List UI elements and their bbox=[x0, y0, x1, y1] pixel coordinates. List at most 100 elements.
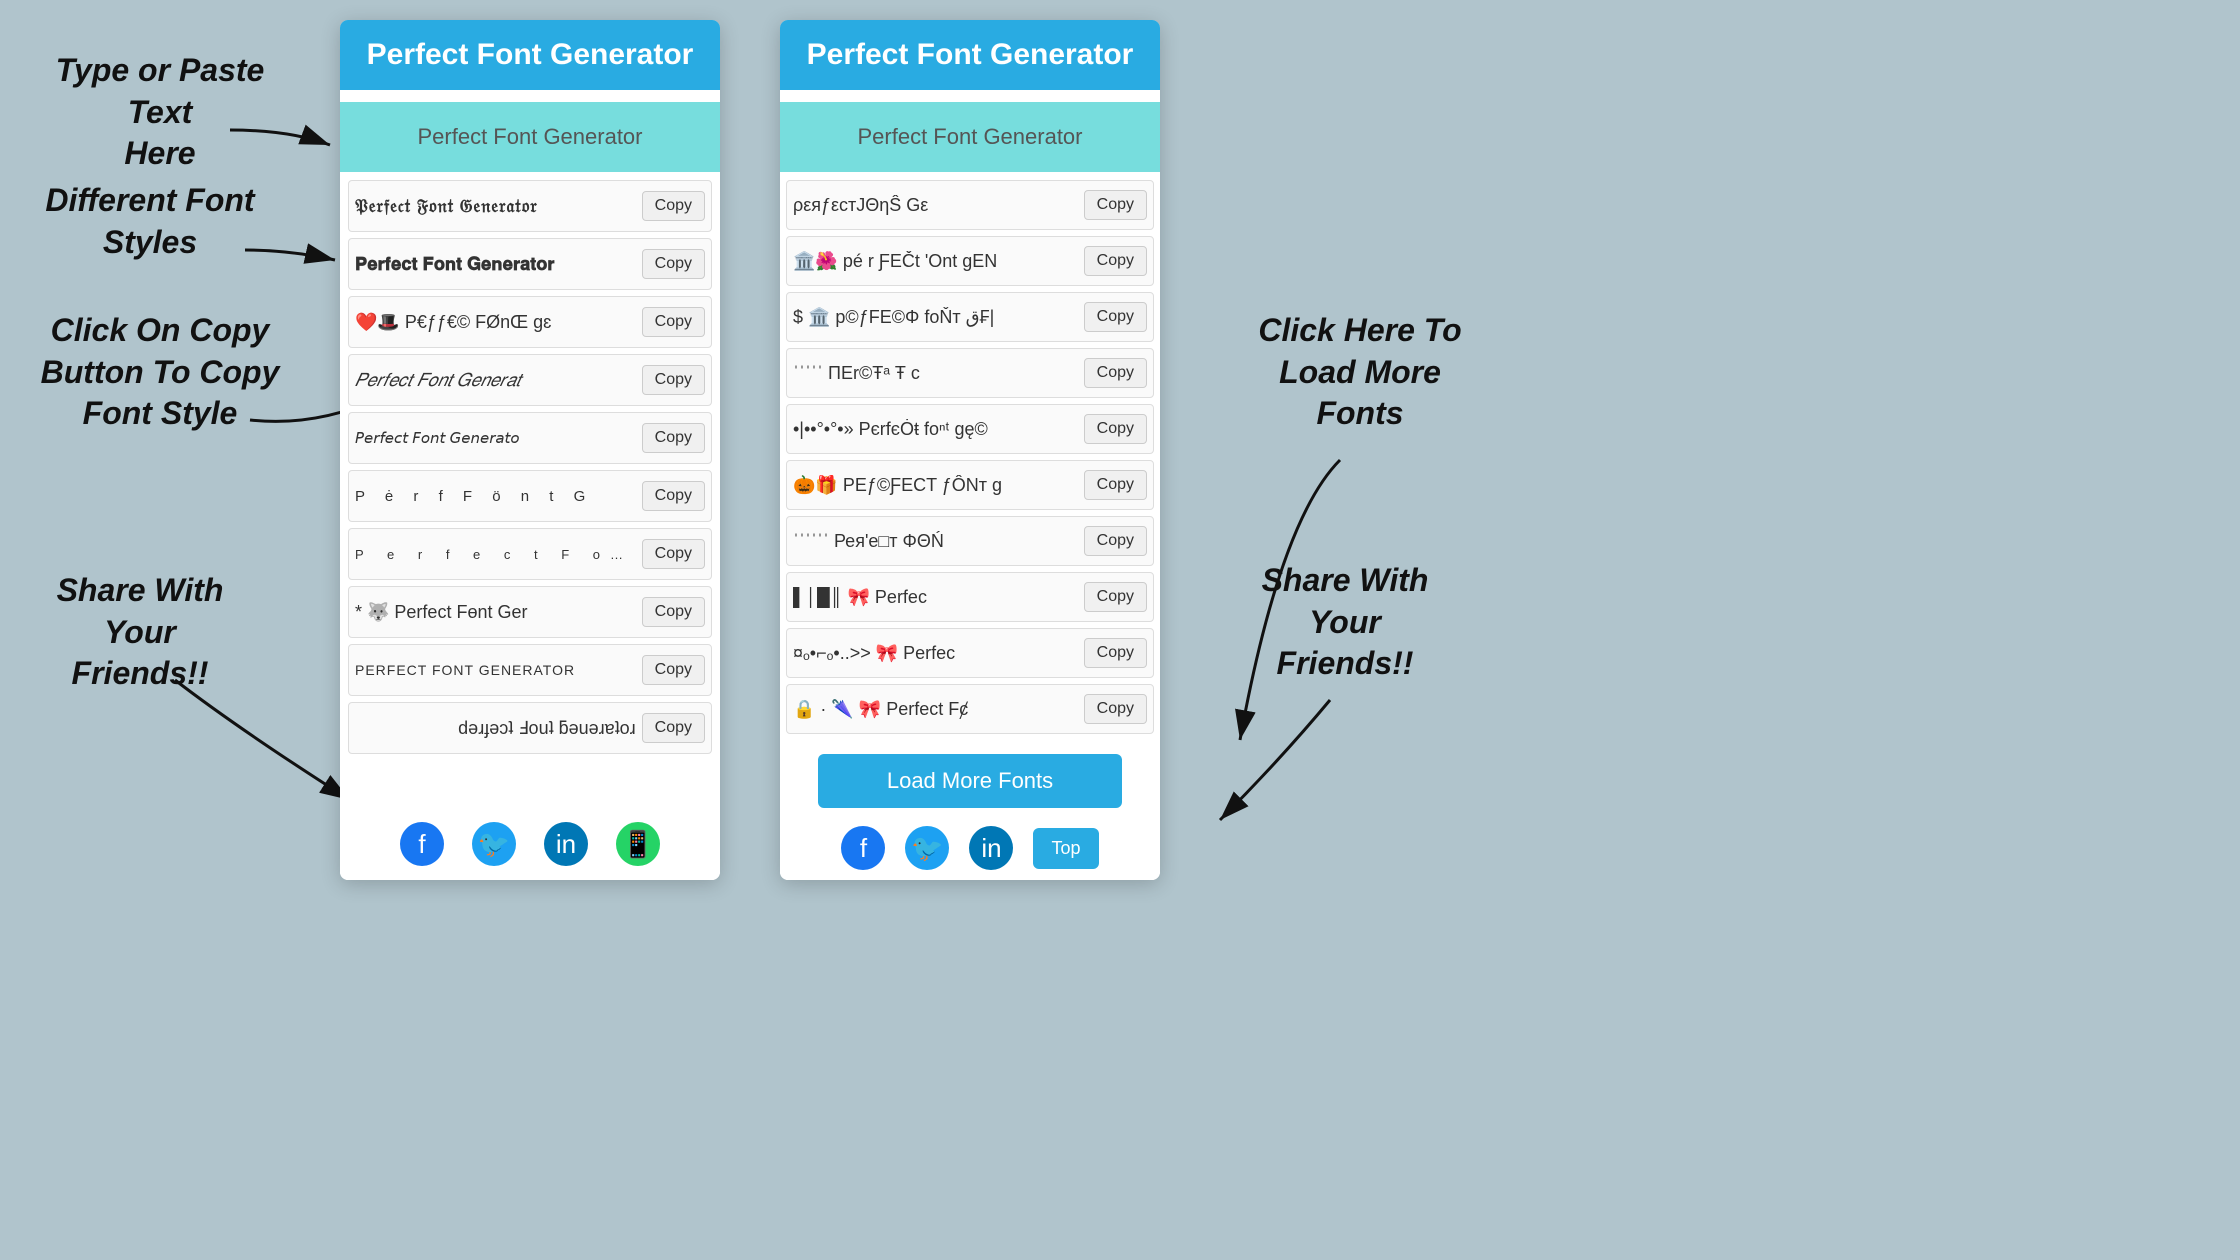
copy-button[interactable]: Copy bbox=[1084, 358, 1147, 388]
font-text: 𝐏𝐞𝐫𝐟𝐞𝐜𝐭 𝐅𝐨𝐧𝐭 𝐆𝐞𝐧𝐞𝐫𝐚𝐭𝐨𝐫 bbox=[355, 254, 642, 275]
font-text: ɹoʇɐɹǝuǝƃ ʇuoℲ ʇɔǝɟɹǝd bbox=[355, 718, 642, 739]
font-text: 🏛️🌺 рé r ƑEČt 'Ont gEN bbox=[793, 251, 1084, 272]
font-text: P e r f e c t F o n t bbox=[355, 547, 642, 562]
font-row: ˈˈˈˈˈˈ Рея'е□т ΦΘŃ Copy bbox=[786, 516, 1154, 566]
font-text: 𝑃𝑒𝑟𝑓𝑒𝑐𝑡 𝐹𝑜𝑛𝑡 𝐺𝑒𝑛𝑒𝑟𝑎𝑡 bbox=[355, 370, 642, 391]
left-panel-header-text: Perfect Font Generator bbox=[367, 38, 694, 71]
copy-button[interactable]: Copy bbox=[642, 481, 705, 511]
font-row: ▌│█║ 🎀 Perfec Copy bbox=[786, 572, 1154, 622]
facebook-icon: f bbox=[418, 829, 425, 860]
annotation-click-copy: Click On CopyButton To CopyFont Style bbox=[20, 310, 300, 435]
font-row: 🔒 · 🌂 🎀 Perfect Fȼ Copy bbox=[786, 684, 1154, 734]
font-row: PERFECT FONT GENERATOR Copy bbox=[348, 644, 712, 696]
font-text: ˈˈˈˈˈˈ Рея'е□т ΦΘŃ bbox=[793, 531, 1084, 552]
font-row: ¤ₒ•⌐ₒ•..>> 🎀 Perfec Copy bbox=[786, 628, 1154, 678]
font-row: ρεяƒεcтJΘηŜ Gε Copy bbox=[786, 180, 1154, 230]
facebook-icon-right: f bbox=[860, 833, 867, 864]
font-row: P e r f e c t F o n t Copy bbox=[348, 528, 712, 580]
font-text: 𝔓𝔢𝔯𝔣𝔢𝔠𝔱 𝔉𝔬𝔫𝔱 𝔊𝔢𝔫𝔢𝔯𝔞𝔱𝔬𝔯 bbox=[355, 196, 642, 217]
copy-button[interactable]: Copy bbox=[1084, 414, 1147, 444]
copy-button[interactable]: Copy bbox=[1084, 190, 1147, 220]
right-panel-header: Perfect Font Generator bbox=[780, 20, 1160, 90]
copy-button[interactable]: Copy bbox=[642, 655, 705, 685]
font-text: ❤️🎩 P€ƒƒ€© FØnŒ gɛ bbox=[355, 312, 642, 333]
annotation-share2-text: Share WithYourFriends!! bbox=[1262, 562, 1429, 681]
font-row: ˈˈˈˈˈ ΠΕr©Ŧᵃ Ŧ c Copy bbox=[786, 348, 1154, 398]
twitter-icon: 🐦 bbox=[478, 829, 510, 860]
top-button[interactable]: Top bbox=[1033, 828, 1098, 869]
annotation-share: Share WithYourFriends!! bbox=[20, 570, 260, 695]
font-text: 🎃🎁 ΡEƒ©ƑECT ƒÔNт g bbox=[793, 475, 1084, 496]
annotation-type-here-text: Type or Paste TextHere bbox=[56, 52, 265, 171]
linkedin-share-button-right[interactable]: in bbox=[969, 826, 1013, 870]
annotation-type-here: Type or Paste TextHere bbox=[20, 50, 300, 175]
copy-button[interactable]: Copy bbox=[642, 713, 705, 743]
annotation-load-more: Click Here ToLoad MoreFonts bbox=[1220, 310, 1500, 435]
copy-button[interactable]: Copy bbox=[1084, 526, 1147, 556]
font-text: P ė r f F ö n t G bbox=[355, 488, 642, 505]
left-panel-header: Perfect Font Generator bbox=[340, 20, 720, 90]
annotation-share2: Share WithYourFriends!! bbox=[1220, 560, 1470, 685]
font-text: ¤ₒ•⌐ₒ•..>> 🎀 Perfec bbox=[793, 643, 1084, 664]
font-row: 🎃🎁 ΡEƒ©ƑECT ƒÔNт g Copy bbox=[786, 460, 1154, 510]
font-row: $ 🏛️ p©ƒFE©Φ foŇт ق₣| Copy bbox=[786, 292, 1154, 342]
whatsapp-icon: 📱 bbox=[622, 829, 654, 860]
font-text: ▌│█║ 🎀 Perfec bbox=[793, 587, 1084, 608]
font-row: 𝘗𝘦𝘳𝘧𝘦𝘤𝘵 𝘍𝘰𝘯𝘵 𝘎𝘦𝘯𝘦𝘳𝘢𝘵𝘰 Copy bbox=[348, 412, 712, 464]
twitter-share-button[interactable]: 🐦 bbox=[472, 822, 516, 866]
facebook-share-button[interactable]: f bbox=[400, 822, 444, 866]
copy-button[interactable]: Copy bbox=[1084, 246, 1147, 276]
copy-button[interactable]: Copy bbox=[642, 423, 705, 453]
font-row: ɹoʇɐɹǝuǝƃ ʇuoℲ ʇɔǝɟɹǝd Copy bbox=[348, 702, 712, 754]
linkedin-share-button[interactable]: in bbox=[544, 822, 588, 866]
annotation-share-text: Share WithYourFriends!! bbox=[57, 572, 224, 691]
copy-button[interactable]: Copy bbox=[642, 249, 705, 279]
copy-button[interactable]: Copy bbox=[642, 539, 705, 569]
copy-button[interactable]: Copy bbox=[642, 365, 705, 395]
font-row: ❤️🎩 P€ƒƒ€© FØnŒ gɛ Copy bbox=[348, 296, 712, 348]
font-text: * 🐺 Perfect Fөnt Ger bbox=[355, 602, 642, 623]
copy-button[interactable]: Copy bbox=[642, 597, 705, 627]
linkedin-icon: in bbox=[556, 829, 576, 860]
copy-button[interactable]: Copy bbox=[1084, 582, 1147, 612]
font-text: 🔒 · 🌂 🎀 Perfect Fȼ bbox=[793, 699, 1084, 720]
annotation-load-more-text: Click Here ToLoad MoreFonts bbox=[1258, 312, 1461, 431]
right-panel-header-text: Perfect Font Generator bbox=[807, 38, 1134, 71]
facebook-share-button-right[interactable]: f bbox=[841, 826, 885, 870]
font-row: * 🐺 Perfect Fөnt Ger Copy bbox=[348, 586, 712, 638]
annotation-diff-styles-text: Different FontStyles bbox=[45, 182, 254, 260]
annotation-diff-styles: Different FontStyles bbox=[20, 180, 280, 263]
annotation-click-copy-text: Click On CopyButton To CopyFont Style bbox=[41, 312, 280, 431]
font-text: ρεяƒεcтJΘηŜ Gε bbox=[793, 195, 1084, 216]
font-row: 𝔓𝔢𝔯𝔣𝔢𝔠𝔱 𝔉𝔬𝔫𝔱 𝔊𝔢𝔫𝔢𝔯𝔞𝔱𝔬𝔯 Copy bbox=[348, 180, 712, 232]
whatsapp-share-button[interactable]: 📱 bbox=[616, 822, 660, 866]
twitter-share-button-right[interactable]: 🐦 bbox=[905, 826, 949, 870]
font-row: P ė r f F ö n t G Copy bbox=[348, 470, 712, 522]
copy-button[interactable]: Copy bbox=[1084, 470, 1147, 500]
font-row: 🏛️🌺 рé r ƑEČt 'Ont gEN Copy bbox=[786, 236, 1154, 286]
font-row: 𝐏𝐞𝐫𝐟𝐞𝐜𝐭 𝐅𝐨𝐧𝐭 𝐆𝐞𝐧𝐞𝐫𝐚𝐭𝐨𝐫 Copy bbox=[348, 238, 712, 290]
font-row: •|••°•°•» РєrfєȮŧ foⁿᵗ gę© Copy bbox=[786, 404, 1154, 454]
share-bar-left: f 🐦 in 📱 bbox=[340, 806, 720, 880]
left-phone-panel: Perfect Font Generator 𝔓𝔢𝔯𝔣𝔢𝔠𝔱 𝔉𝔬𝔫𝔱 𝔊𝔢𝔫𝔢… bbox=[340, 20, 720, 880]
twitter-icon-right: 🐦 bbox=[911, 833, 943, 864]
copy-button[interactable]: Copy bbox=[642, 307, 705, 337]
right-phone-panel: Perfect Font Generator ρεяƒεcтJΘηŜ Gε Co… bbox=[780, 20, 1160, 880]
load-more-button[interactable]: Load More Fonts bbox=[818, 754, 1122, 808]
top-button-label: Top bbox=[1051, 838, 1080, 858]
copy-button[interactable]: Copy bbox=[1084, 638, 1147, 668]
copy-button[interactable]: Copy bbox=[642, 191, 705, 221]
text-input-right[interactable] bbox=[780, 102, 1160, 172]
font-text: PERFECT FONT GENERATOR bbox=[355, 662, 642, 678]
font-text: ˈˈˈˈˈ ΠΕr©Ŧᵃ Ŧ c bbox=[793, 363, 1084, 384]
linkedin-icon-right: in bbox=[981, 833, 1001, 864]
bottom-bar-right: f 🐦 in Top bbox=[780, 816, 1160, 880]
copy-button[interactable]: Copy bbox=[1084, 302, 1147, 332]
font-list-right: ρεяƒεcтJΘηŜ Gε Copy 🏛️🌺 рé r ƑEČt 'Ont g… bbox=[780, 180, 1160, 746]
font-text: $ 🏛️ p©ƒFE©Φ foŇт ق₣| bbox=[793, 307, 1084, 328]
copy-button[interactable]: Copy bbox=[1084, 694, 1147, 724]
font-text: 𝘗𝘦𝘳𝘧𝘦𝘤𝘵 𝘍𝘰𝘯𝘵 𝘎𝘦𝘯𝘦𝘳𝘢𝘵𝘰 bbox=[355, 429, 642, 447]
font-row: 𝑃𝑒𝑟𝑓𝑒𝑐𝑡 𝐹𝑜𝑛𝑡 𝐺𝑒𝑛𝑒𝑟𝑎𝑡 Copy bbox=[348, 354, 712, 406]
text-input[interactable] bbox=[340, 102, 720, 172]
font-text: •|••°•°•» РєrfєȮŧ foⁿᵗ gę© bbox=[793, 419, 1084, 440]
